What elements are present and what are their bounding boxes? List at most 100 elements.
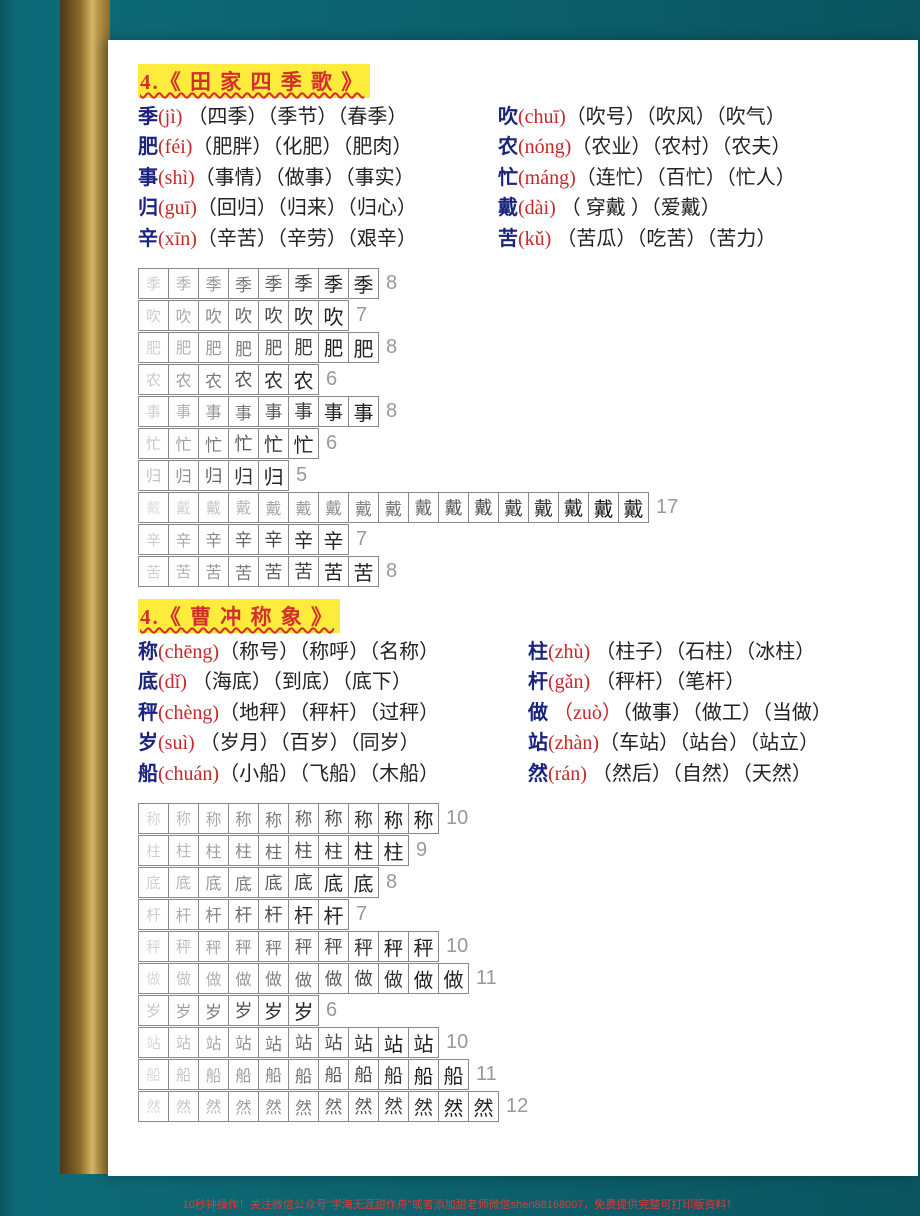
vocab-entry: 事(shì)（事情）（做事）（事实） — [138, 163, 498, 193]
stroke-cell: 然 — [138, 1091, 169, 1122]
stroke-cell: 肥 — [318, 332, 349, 363]
stroke-cell: 岁 — [228, 995, 259, 1026]
vocab-words: （肥胖）（化肥）（肥肉） — [192, 136, 412, 158]
stroke-cell: 吹 — [168, 300, 199, 331]
stroke-cell: 然 — [408, 1091, 439, 1122]
stroke-cell: 戴 — [588, 492, 619, 523]
stroke-cell: 忙 — [168, 428, 199, 459]
stroke-cell: 船 — [138, 1059, 169, 1090]
strokes-block-1: 季季季季季季季季8吹吹吹吹吹吹吹7肥肥肥肥肥肥肥肥8农农农农农农6事事事事事事事… — [138, 268, 898, 587]
vocab-pinyin: (suì) — [158, 732, 195, 754]
vocab-char: 称 — [138, 641, 158, 663]
stroke-row: 柱柱柱柱柱柱柱柱柱9 — [138, 835, 898, 866]
vocab-entry: 柱(zhù) （柱子）（石柱）（冰柱） — [528, 637, 908, 667]
stroke-cell: 底 — [318, 867, 349, 898]
stroke-cell: 苦 — [258, 556, 289, 587]
stroke-cell: 苦 — [348, 556, 379, 587]
vocab-char: 底 — [138, 671, 158, 693]
vocab-row: 底(dǐ) （海底）（到底）（底下）杆(gǎn) （秤杆）（笔杆） — [138, 667, 898, 697]
stroke-cell: 底 — [258, 867, 289, 898]
stroke-cell: 事 — [348, 396, 379, 427]
stroke-cell: 做 — [228, 963, 259, 994]
stroke-cell: 辛 — [318, 524, 349, 555]
stroke-cell: 戴 — [138, 492, 169, 523]
stroke-cell: 秤 — [258, 931, 289, 962]
stroke-cell: 然 — [258, 1091, 289, 1122]
stroke-count: 8 — [386, 871, 397, 894]
stroke-cell: 戴 — [198, 492, 229, 523]
stroke-count: 10 — [446, 807, 468, 830]
stroke-cell: 然 — [438, 1091, 469, 1122]
vocab-pinyin: (máng) — [518, 167, 576, 189]
stroke-cell: 季 — [348, 268, 379, 299]
stroke-cell: 然 — [288, 1091, 319, 1122]
stroke-cell: 戴 — [618, 492, 649, 523]
vocab-words: （苦瓜）（吃苦）（苦力） — [551, 228, 776, 250]
stroke-cell: 秤 — [168, 931, 199, 962]
vocab-char: 吹 — [498, 106, 518, 128]
stroke-cell: 船 — [438, 1059, 469, 1090]
stroke-cell: 戴 — [228, 492, 259, 523]
vocab-row: 辛(xīn)（辛苦）（辛劳）（艰辛）苦(kǔ) （苦瓜）（吃苦）（苦力） — [138, 224, 898, 254]
stroke-cell: 称 — [168, 803, 199, 834]
stroke-cell: 事 — [168, 396, 199, 427]
vocab-entry: 肥(féi)（肥胖）（化肥）（肥肉） — [138, 132, 498, 162]
stroke-row: 农农农农农农6 — [138, 364, 898, 395]
stroke-cell: 然 — [228, 1091, 259, 1122]
stroke-cell: 站 — [348, 1027, 379, 1058]
stroke-cell: 季 — [318, 268, 349, 299]
stroke-cell: 秤 — [348, 931, 379, 962]
stroke-cell: 秤 — [378, 931, 409, 962]
stroke-cell: 事 — [198, 396, 229, 427]
stroke-cell: 杆 — [288, 899, 319, 930]
vocab-pinyin: (nóng) — [518, 136, 571, 158]
stroke-row: 杆杆杆杆杆杆杆7 — [138, 899, 898, 930]
stroke-cell: 底 — [198, 867, 229, 898]
stroke-count: 10 — [446, 1031, 468, 1054]
stroke-cell: 吹 — [318, 300, 349, 331]
vocab-words: （四季）（季节）（春季） — [182, 106, 407, 128]
stroke-cell: 杆 — [258, 899, 289, 930]
stroke-count: 9 — [416, 839, 427, 862]
stroke-cell: 称 — [378, 803, 409, 834]
stroke-cell: 做 — [318, 963, 349, 994]
stroke-cell: 做 — [198, 963, 229, 994]
stroke-cell: 做 — [138, 963, 169, 994]
vocab-entry: 然(rán) （然后）（自然）（天然） — [528, 759, 908, 789]
stroke-cell: 苦 — [198, 556, 229, 587]
stroke-count: 6 — [326, 432, 337, 455]
vocab-char: 船 — [138, 763, 158, 785]
vocab-char: 归 — [138, 197, 158, 219]
stroke-row: 事事事事事事事事8 — [138, 396, 898, 427]
stroke-cell: 忙 — [258, 428, 289, 459]
vocab-entry: 归(guī)（回归）（归来）（归心） — [138, 193, 498, 223]
stroke-row: 底底底底底底底底8 — [138, 867, 898, 898]
stroke-row: 辛辛辛辛辛辛辛7 — [138, 524, 898, 555]
stroke-cell: 肥 — [168, 332, 199, 363]
vocab-char: 秤 — [138, 702, 158, 724]
stroke-cell: 然 — [168, 1091, 199, 1122]
vocab-pinyin: (zhàn) — [548, 732, 599, 754]
stroke-cell: 戴 — [288, 492, 319, 523]
stroke-cell: 站 — [168, 1027, 199, 1058]
vocab-row: 岁(suì) （岁月）（百岁）（同岁）站(zhàn)（车站）（站台）（站立） — [138, 728, 898, 758]
stroke-cell: 农 — [168, 364, 199, 395]
stroke-cell: 忙 — [288, 428, 319, 459]
stroke-cell: 秤 — [198, 931, 229, 962]
vocab-words: （做事）（做工）（当做） — [622, 702, 832, 724]
stroke-row: 季季季季季季季季8 — [138, 268, 898, 299]
vocab-pinyin: (chuán) — [158, 763, 219, 785]
vocab-words: （辛苦）（辛劳）（艰辛） — [197, 228, 417, 250]
stroke-row: 苦苦苦苦苦苦苦苦8 — [138, 556, 898, 587]
stroke-cell: 船 — [348, 1059, 379, 1090]
vocab-words: （秤杆）（笔杆） — [590, 671, 745, 693]
stroke-row: 然然然然然然然然然然然然12 — [138, 1091, 898, 1122]
stroke-cell: 忙 — [138, 428, 169, 459]
stroke-cell: 做 — [378, 963, 409, 994]
vocab-char: 岁 — [138, 732, 158, 754]
stroke-cell: 站 — [198, 1027, 229, 1058]
vocab-pinyin: (zhù) — [548, 641, 590, 663]
vocab-row: 船(chuán)（小船）（飞船）（木船）然(rán) （然后）（自然）（天然） — [138, 759, 898, 789]
vocab-char: 杆 — [528, 671, 548, 693]
stroke-cell: 戴 — [438, 492, 469, 523]
